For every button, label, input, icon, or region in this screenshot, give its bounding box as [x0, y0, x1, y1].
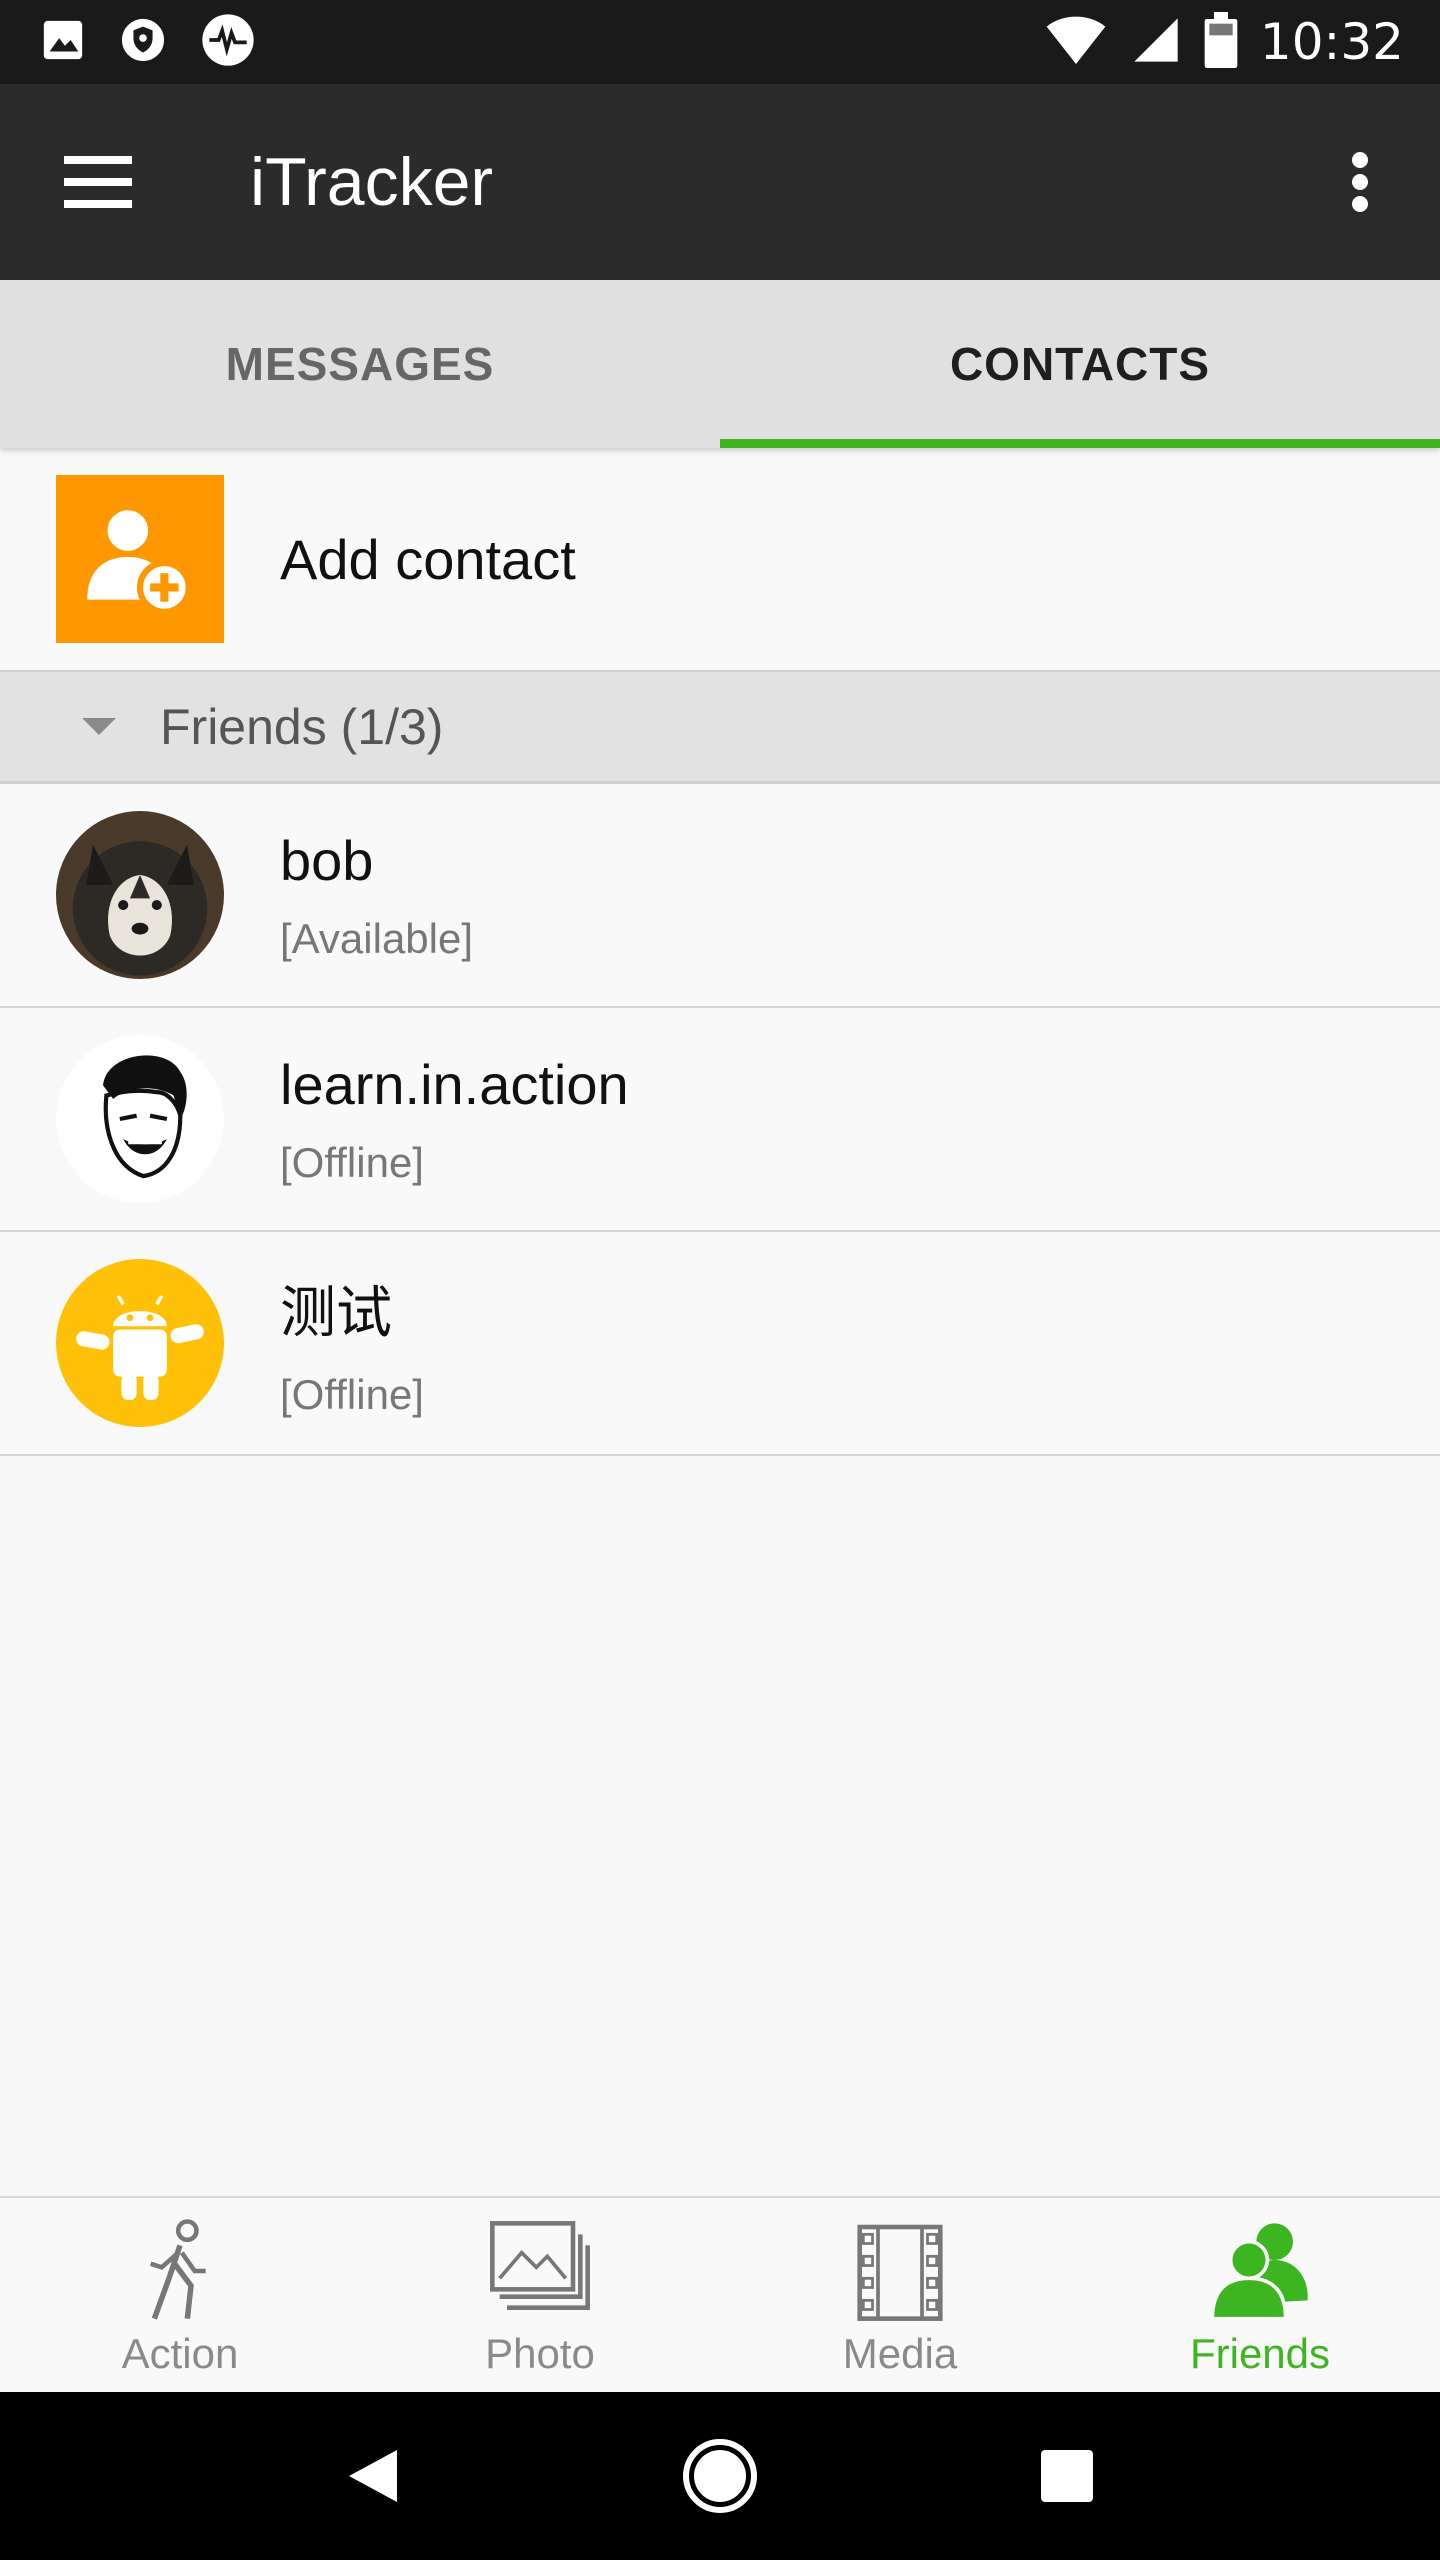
wifi-icon: [1044, 12, 1108, 73]
recents-icon[interactable]: [1017, 2426, 1117, 2526]
photo-stack-icon: [490, 2221, 590, 2310]
nav-friends[interactable]: Friends: [1080, 2198, 1440, 2392]
shield-icon: [120, 17, 166, 68]
image-icon: [40, 17, 86, 68]
status-time: 10:32: [1259, 13, 1404, 71]
contact-row-learn-in-action[interactable]: learn.in.action [Offline]: [0, 1008, 1440, 1232]
contact-status: [Offline]: [280, 1138, 424, 1186]
hamburger-menu-icon[interactable]: [48, 132, 148, 232]
chevron-down-icon: [82, 718, 116, 735]
status-right-icons: 10:32: [1044, 11, 1440, 73]
nav-media[interactable]: Media: [720, 2198, 1080, 2392]
husky-dog-avatar: [56, 811, 224, 979]
contact-name: bob: [280, 828, 374, 892]
activity-icon: [200, 12, 256, 73]
status-left-icons: [0, 12, 256, 73]
add-contact-row[interactable]: Add contact: [0, 448, 1440, 672]
walking-person-icon: [149, 2219, 206, 2320]
status-bar: 10:32: [0, 0, 1440, 84]
contact-status: [Available]: [280, 914, 474, 962]
system-nav-bar: [0, 2392, 1440, 2560]
nav-label: Photo: [485, 2330, 595, 2377]
tab-bar: MESSAGES CONTACTS: [0, 280, 1440, 448]
contact-list: bob [Available] learn.in.action [Offline…: [0, 784, 1440, 1456]
nav-label: Media: [842, 2330, 958, 2377]
nav-label: Action: [121, 2330, 239, 2377]
battery-icon: [1204, 11, 1238, 73]
add-person-icon: [56, 475, 224, 643]
home-icon[interactable]: [670, 2426, 770, 2526]
android-robot-avatar: [56, 1259, 224, 1427]
meme-face-avatar: [56, 1035, 224, 1203]
signal-icon: [1130, 14, 1182, 71]
contact-name: learn.in.action: [280, 1052, 629, 1116]
contact-row-ceshi[interactable]: 测试 [Offline]: [0, 1232, 1440, 1456]
contact-row-bob[interactable]: bob [Available]: [0, 784, 1440, 1008]
app-title: iTracker: [250, 144, 494, 220]
back-icon[interactable]: [323, 2426, 423, 2526]
nav-action[interactable]: Action: [0, 2198, 360, 2392]
bottom-nav: Action Photo Media Friends: [0, 2196, 1440, 2392]
people-icon: [1210, 2223, 1308, 2321]
more-vert-icon[interactable]: [1310, 132, 1410, 232]
film-strip-icon: [857, 2224, 943, 2321]
nav-label: Friends: [1189, 2330, 1331, 2377]
add-contact-label: Add contact: [280, 527, 576, 591]
contact-name: 测试: [280, 1280, 392, 1344]
group-header-friends[interactable]: Friends (1/3): [0, 672, 1440, 784]
group-label: Friends (1/3): [160, 698, 444, 755]
contact-status: [Offline]: [280, 1370, 424, 1418]
app-bar: iTracker: [0, 84, 1440, 280]
tab-contacts[interactable]: CONTACTS: [720, 280, 1440, 448]
tab-messages[interactable]: MESSAGES: [0, 280, 720, 448]
nav-photo[interactable]: Photo: [360, 2198, 720, 2392]
